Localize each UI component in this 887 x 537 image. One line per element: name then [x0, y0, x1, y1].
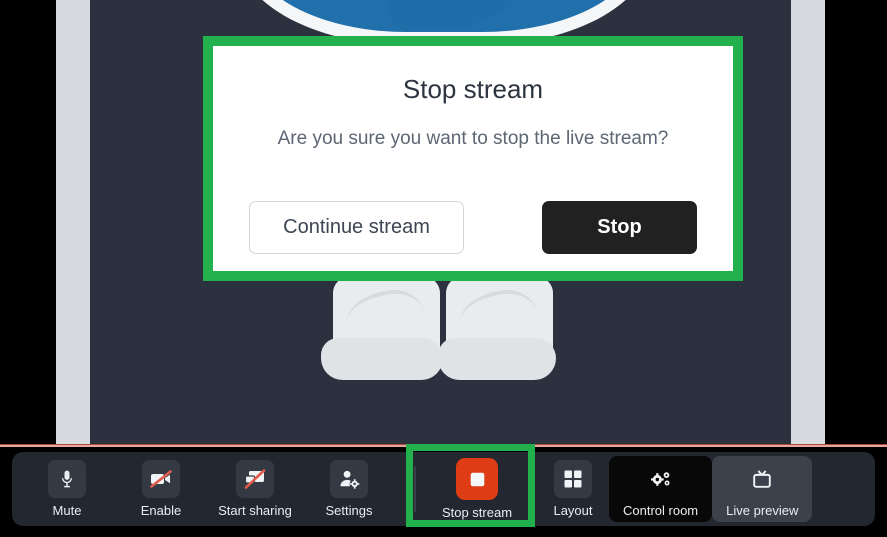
- toolbar-area: Mute Enable Start sharing Settings Stop …: [0, 447, 887, 537]
- toolbar-left-group: Mute Enable Start sharing Settings: [28, 452, 426, 526]
- live-preview-button[interactable]: Live preview: [712, 456, 813, 522]
- camera-off-icon-box: [142, 460, 180, 498]
- stop-stream-label: Stop stream: [441, 505, 513, 520]
- start-sharing-button[interactable]: Start sharing: [216, 456, 294, 522]
- layout-button[interactable]: Layout: [537, 456, 609, 522]
- layout-label: Layout: [553, 503, 593, 518]
- toolbar-divider: [414, 466, 416, 512]
- avatar-boot-left: [321, 277, 443, 380]
- boot-crease: [456, 286, 538, 324]
- control-room-label: Control room: [623, 503, 699, 518]
- live-preview-label: Live preview: [726, 503, 799, 518]
- tv-icon: [751, 468, 773, 490]
- grid-layout-icon: [563, 469, 583, 489]
- screen-share-off-icon: [243, 467, 267, 491]
- live-streaming-app: Stop stream Are you sure you want to sto…: [0, 0, 887, 537]
- boot-crease: [343, 286, 425, 324]
- person-gear-icon-box: [330, 460, 368, 498]
- toolbar-right-group: Stop stream Layout Control room Live pre…: [417, 452, 813, 526]
- tv-icon-box: [743, 460, 781, 498]
- stage-rail-right: [791, 0, 825, 444]
- stop-stream-dialog-highlight: Stop stream Are you sure you want to sto…: [203, 36, 743, 281]
- settings-button[interactable]: Settings: [310, 456, 388, 522]
- continue-stream-button[interactable]: Continue stream: [249, 201, 464, 254]
- stop-square-icon-box: [456, 458, 498, 500]
- stop-square-icon: [469, 471, 486, 488]
- bottom-toolbar: Mute Enable Start sharing Settings Stop …: [12, 452, 875, 526]
- stop-button[interactable]: Stop: [542, 201, 697, 254]
- camera-off-icon: [149, 467, 173, 491]
- person-gear-icon: [338, 468, 361, 491]
- letterbox-right: [825, 0, 887, 444]
- grid-layout-icon-box: [554, 460, 592, 498]
- start-sharing-label: Start sharing: [218, 503, 292, 518]
- video-stage: Stop stream Are you sure you want to sto…: [0, 0, 887, 444]
- letterbox-left: [0, 0, 56, 444]
- settings-label: Settings: [325, 503, 373, 518]
- enable-label: Enable: [140, 503, 182, 518]
- stage-rail-left: [56, 0, 90, 444]
- microphone-icon-box: [48, 460, 86, 498]
- stop-stream-button[interactable]: Stop stream: [417, 456, 537, 522]
- mute-label: Mute: [52, 503, 82, 518]
- avatar-boot-right: [438, 277, 556, 380]
- microphone-icon: [57, 469, 77, 489]
- gears-icon: [649, 468, 673, 490]
- stop-stream-dialog: Stop stream Are you sure you want to sto…: [213, 46, 733, 271]
- dialog-title: Stop stream: [402, 74, 544, 104]
- dialog-message: Are you sure you want to stop the live s…: [277, 128, 669, 149]
- screen-share-off-icon-box: [236, 460, 274, 498]
- gears-icon-box: [642, 460, 680, 498]
- dialog-actions: Continue stream Stop: [249, 201, 697, 254]
- enable-camera-button[interactable]: Enable: [122, 456, 200, 522]
- mute-button[interactable]: Mute: [28, 456, 106, 522]
- control-room-button[interactable]: Control room: [609, 456, 713, 522]
